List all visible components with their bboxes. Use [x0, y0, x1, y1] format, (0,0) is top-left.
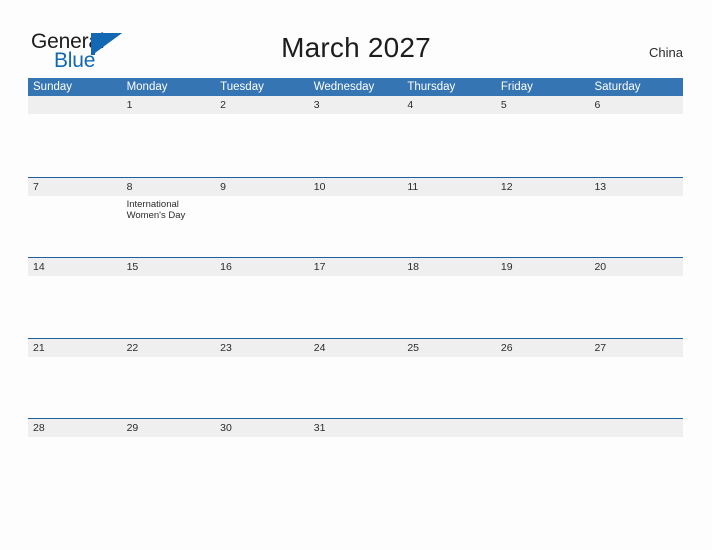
day-number: 11 — [407, 180, 419, 193]
week-cells: 21 22 23 24 25 26 27 — [28, 339, 683, 419]
day-number: 27 — [594, 341, 607, 354]
calendar-week-row: 7 8 International Women's Day 9 10 11 12 13 — [28, 176, 683, 258]
week-cells: 28 29 30 31 — [28, 419, 683, 499]
day-cell-5[interactable]: 5 — [496, 96, 590, 177]
day-number: 6 — [594, 99, 601, 111]
day-number: 10 — [313, 180, 326, 193]
day-cell-27[interactable]: 27 — [589, 339, 683, 419]
weekday-header-friday: Friday — [500, 81, 533, 93]
day-number: 26 — [500, 341, 513, 354]
day-cell-11[interactable]: 11 — [402, 178, 496, 258]
day-number: 4 — [407, 99, 414, 111]
day-number: 25 — [407, 341, 419, 354]
day-cell-16[interactable]: 16 — [215, 258, 309, 338]
day-number: 15 — [126, 261, 139, 273]
day-cell-3[interactable]: 3 — [309, 96, 403, 177]
day-cell-13[interactable]: 13 — [589, 178, 683, 258]
day-number: 8 — [126, 180, 133, 193]
day-number: 19 — [500, 261, 513, 273]
weekday-header-monday: Monday — [126, 81, 168, 93]
day-number: 12 — [500, 180, 513, 193]
calendar-week-row: 28 29 30 31 — [28, 418, 683, 499]
day-cell-empty — [496, 419, 590, 499]
country-label: China — [649, 45, 683, 60]
day-number: 24 — [313, 341, 326, 354]
week-cells: 1 2 3 4 5 6 — [28, 96, 683, 177]
day-number: 3 — [313, 99, 320, 111]
week-cells: 7 8 International Women's Day 9 10 11 12 13 — [28, 178, 683, 258]
page-header: General Blue March 2027 China — [0, 0, 712, 78]
day-number: 2 — [220, 99, 226, 111]
day-number: 9 — [220, 180, 226, 193]
weekday-header-saturday: Saturday — [594, 81, 641, 93]
weekday-header-wednesday: Wednesday — [313, 81, 375, 93]
page-title: March 2027 — [281, 32, 431, 63]
day-number: 30 — [220, 422, 232, 434]
calendar-week-row: 21 22 23 24 25 26 27 — [28, 337, 683, 419]
day-number: 31 — [313, 422, 326, 434]
day-number: 28 — [33, 422, 45, 434]
day-cell-empty — [402, 419, 496, 499]
calendar-week-row: 1 2 3 4 5 6 — [28, 96, 683, 177]
weekday-header-sunday: Sunday — [33, 81, 73, 93]
week-cells: 14 15 16 17 18 19 20 — [28, 258, 683, 338]
day-cell-15[interactable]: 15 — [122, 258, 216, 338]
day-cell-25[interactable]: 25 — [402, 339, 496, 419]
day-cell-22[interactable]: 22 — [122, 339, 216, 419]
day-cell-21[interactable]: 21 — [28, 339, 122, 419]
day-number: 22 — [126, 341, 139, 354]
day-cell-26[interactable]: 26 — [496, 339, 590, 419]
day-events: International Women's Day — [127, 196, 216, 222]
day-cell-30[interactable]: 30 — [215, 419, 309, 499]
day-number: 17 — [313, 261, 326, 273]
day-number: 20 — [594, 261, 607, 273]
day-cell-14[interactable]: 14 — [28, 258, 122, 338]
day-number: 1 — [126, 99, 133, 111]
day-cell-23[interactable]: 23 — [215, 339, 309, 419]
day-number: 23 — [220, 341, 232, 354]
day-cell-6[interactable]: 6 — [589, 96, 683, 177]
day-cell-2[interactable]: 2 — [215, 96, 309, 177]
day-cell-9[interactable]: 9 — [215, 178, 309, 258]
day-cell-31[interactable]: 31 — [309, 419, 403, 499]
day-number: 29 — [126, 422, 139, 434]
weekday-header-thursday: Thursday — [407, 81, 456, 93]
day-cell-17[interactable]: 17 — [309, 258, 403, 338]
holiday-event: International Women's Day — [126, 198, 186, 222]
day-cell-1[interactable]: 1 — [122, 96, 216, 177]
day-cell-20[interactable]: 20 — [589, 258, 683, 338]
day-number: 18 — [407, 261, 419, 273]
day-number: 21 — [33, 341, 45, 354]
weekday-header-row: Sunday Monday Tuesday Wednesday Thursday Frid… — [28, 78, 683, 96]
day-cell-19[interactable]: 19 — [496, 258, 590, 338]
day-cell-29[interactable]: 29 — [122, 419, 216, 499]
day-cell-4[interactable]: 4 — [402, 96, 496, 177]
calendar-weeks: 1 2 3 4 5 6 7 8 International Women's Day 9 10 11 12… — [28, 96, 683, 499]
day-cell-7[interactable]: 7 — [28, 178, 122, 258]
calendar-week-row: 14 15 16 17 18 19 20 — [28, 257, 683, 338]
day-number: 16 — [220, 261, 232, 273]
day-cell-28[interactable]: 28 — [28, 419, 122, 499]
day-cell-10[interactable]: 10 — [309, 178, 403, 258]
calendar-grid: Sunday Monday Tuesday Wednesday Thursday Frid… — [28, 78, 683, 499]
day-cell-12[interactable]: 12 — [496, 178, 590, 258]
day-cell-8[interactable]: 8 International Women's Day — [122, 178, 216, 258]
day-number: 13 — [594, 180, 607, 193]
day-cell-18[interactable]: 18 — [402, 258, 496, 338]
day-number: 7 — [33, 180, 39, 193]
weekday-header-tuesday: Tuesday — [220, 81, 264, 93]
day-cell-24[interactable]: 24 — [309, 339, 403, 419]
day-number: 5 — [500, 99, 507, 111]
day-cell-empty — [589, 419, 683, 499]
day-cell-empty — [28, 96, 122, 177]
day-number: 14 — [33, 261, 45, 273]
